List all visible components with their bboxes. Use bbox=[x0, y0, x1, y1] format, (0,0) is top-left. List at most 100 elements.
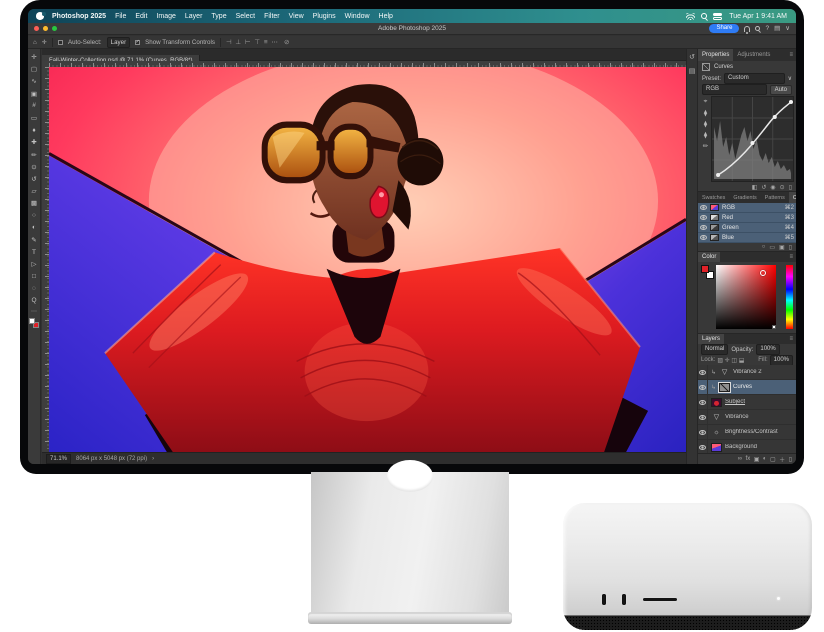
spotlight-search-icon[interactable] bbox=[701, 13, 707, 19]
healing-brush-tool[interactable]: ✚ bbox=[29, 136, 40, 148]
auto-select-dropdown[interactable]: Layer bbox=[107, 37, 130, 48]
delete-adjustment-icon[interactable]: ▯ bbox=[789, 184, 792, 191]
tab-color[interactable]: Color bbox=[698, 252, 720, 262]
visibility-eye-icon[interactable] bbox=[698, 380, 708, 394]
preset-dropdown[interactable]: Custom bbox=[724, 73, 785, 84]
channel-row-rgb[interactable]: RGB ⌘2 bbox=[698, 203, 796, 213]
auto-button[interactable]: Auto bbox=[770, 85, 792, 95]
menubar-clock[interactable]: Tue Apr 1 9:41 AM bbox=[728, 13, 788, 20]
dodge-tool[interactable]: ◐ bbox=[29, 222, 40, 234]
lasso-tool[interactable]: ∿ bbox=[29, 75, 40, 87]
visibility-eye-icon[interactable] bbox=[698, 440, 708, 453]
visibility-eye-icon[interactable] bbox=[698, 365, 708, 379]
apple-menu-icon[interactable] bbox=[36, 12, 44, 20]
tab-patterns[interactable]: Patterns bbox=[761, 192, 789, 203]
load-selection-icon[interactable]: ○ bbox=[762, 244, 766, 250]
foreground-color-swatch[interactable] bbox=[701, 265, 709, 273]
more-options-icon[interactable]: ⊘ bbox=[284, 38, 290, 46]
layer-mask-icon[interactable]: ▣ bbox=[754, 456, 760, 463]
blur-tool[interactable]: ○ bbox=[29, 209, 40, 221]
preset-chevron-icon[interactable]: ∨ bbox=[788, 75, 792, 82]
zoom-tool[interactable]: Q bbox=[29, 295, 40, 307]
menu-image[interactable]: Image bbox=[155, 13, 176, 20]
layer-row-background[interactable]: Background bbox=[698, 440, 796, 453]
edit-toolbar-icon[interactable]: ⋯ bbox=[31, 308, 37, 315]
saturation-brightness-picker[interactable] bbox=[716, 265, 776, 329]
color-swatches[interactable] bbox=[29, 318, 39, 328]
color-picker-cursor[interactable] bbox=[760, 270, 766, 276]
document-canvas[interactable] bbox=[49, 67, 686, 452]
auto-select-checkbox[interactable] bbox=[58, 40, 63, 45]
layer-row-vibrance[interactable]: ▽ Vibrance bbox=[698, 410, 796, 425]
clip-to-layer-icon[interactable]: ◧ bbox=[752, 184, 758, 191]
zoom-window-button[interactable] bbox=[52, 26, 57, 31]
menu-filter[interactable]: Filter bbox=[263, 13, 281, 20]
pencil-icon[interactable]: ✏ bbox=[703, 142, 708, 150]
zoom-level-field[interactable]: 71.1% bbox=[46, 454, 71, 464]
channel-row-blue[interactable]: Blue ⌘5 bbox=[698, 233, 796, 243]
fill-dropdown[interactable]: 100% bbox=[770, 355, 793, 366]
new-layer-icon[interactable]: ＋ bbox=[779, 455, 785, 464]
control-center-icon[interactable] bbox=[713, 13, 722, 20]
wifi-icon[interactable] bbox=[686, 13, 695, 20]
targeted-adjustment-icon[interactable]: ⌖ bbox=[704, 98, 708, 106]
search-icon[interactable] bbox=[755, 26, 760, 31]
layer-row-brightness[interactable]: ☼ Brightness/Contrast bbox=[698, 425, 796, 440]
minimize-window-button[interactable] bbox=[43, 26, 48, 31]
home-icon[interactable]: ⌂ bbox=[33, 39, 37, 46]
channel-dropdown[interactable]: RGB bbox=[702, 84, 767, 95]
visibility-eye-icon[interactable] bbox=[698, 410, 708, 424]
reset-icon[interactable]: ↺ bbox=[761, 184, 766, 191]
object-selection-tool[interactable]: ▣ bbox=[29, 88, 40, 100]
tab-adjustments[interactable]: Adjustments bbox=[733, 49, 774, 61]
menu-app-name[interactable]: Photoshop 2025 bbox=[51, 13, 107, 20]
tab-channels[interactable]: Channels bbox=[789, 192, 796, 203]
menu-view[interactable]: View bbox=[288, 13, 305, 20]
shape-tool[interactable]: □ bbox=[29, 270, 40, 282]
menu-help[interactable]: Help bbox=[378, 13, 394, 20]
visibility-eye-icon[interactable] bbox=[698, 425, 708, 439]
brush-tool[interactable]: ✏ bbox=[29, 149, 40, 161]
eraser-tool[interactable]: ▱ bbox=[29, 185, 40, 197]
blend-mode-dropdown[interactable]: Normal bbox=[701, 344, 728, 355]
hand-tool[interactable]: ◌ bbox=[29, 283, 40, 295]
menu-plugins[interactable]: Plugins bbox=[312, 13, 337, 20]
panel-menu-icon[interactable]: ≡ bbox=[786, 334, 796, 344]
menu-window[interactable]: Window bbox=[344, 13, 371, 20]
save-selection-icon[interactable]: ▭ bbox=[769, 244, 775, 251]
layer-row-vibrance2[interactable]: ↳ ▽ Vibrance 2 bbox=[698, 365, 796, 380]
lock-icons[interactable]: ▨ ✛ ◫ ⬓ bbox=[717, 357, 744, 364]
frame-tool[interactable]: ▭ bbox=[29, 112, 40, 124]
notifications-icon[interactable] bbox=[744, 26, 750, 32]
move-tool[interactable]: ✛ bbox=[29, 51, 40, 63]
help-icon[interactable]: ? bbox=[765, 26, 769, 32]
tab-gradients[interactable]: Gradients bbox=[729, 192, 760, 203]
new-channel-icon[interactable]: ▣ bbox=[779, 244, 785, 251]
marquee-tool[interactable]: ▢ bbox=[29, 63, 40, 75]
white-point-eyedropper-icon[interactable]: ⧫ bbox=[704, 131, 707, 139]
crop-tool[interactable]: # bbox=[29, 100, 40, 112]
workspace-icon[interactable]: ▤ bbox=[774, 26, 780, 32]
panel-menu-icon[interactable]: ≡ bbox=[786, 49, 796, 61]
libraries-panel-icon[interactable]: ▤ bbox=[689, 67, 696, 75]
menu-select[interactable]: Select bbox=[235, 13, 256, 20]
black-point-eyedropper-icon[interactable]: ⧫ bbox=[704, 109, 707, 117]
transform-controls-checkbox[interactable]: ✓ bbox=[135, 40, 140, 45]
path-selection-tool[interactable]: ▷ bbox=[29, 258, 40, 270]
layer-row-subject[interactable]: Subject bbox=[698, 395, 796, 410]
delete-channel-icon[interactable]: ▯ bbox=[789, 244, 792, 251]
visibility-eye-icon[interactable] bbox=[698, 395, 708, 409]
pen-tool[interactable]: ✎ bbox=[29, 234, 40, 246]
share-button[interactable]: Share bbox=[709, 24, 739, 33]
tab-swatches[interactable]: Swatches bbox=[698, 192, 729, 203]
history-brush-tool[interactable]: ↺ bbox=[29, 173, 40, 185]
opacity-dropdown[interactable]: 100% bbox=[756, 344, 779, 355]
layer-row-curves[interactable]: ↳ Curves bbox=[698, 380, 796, 395]
layer-effects-icon[interactable]: fx bbox=[746, 456, 751, 462]
type-tool[interactable]: T bbox=[29, 246, 40, 258]
align-icons[interactable]: ⊣ ⊥ ⊢ ⊤ ≡ ⋯ bbox=[226, 38, 279, 46]
visibility-eye-icon[interactable] bbox=[700, 225, 707, 230]
channel-row-red[interactable]: Red ⌘3 bbox=[698, 213, 796, 223]
color-picker-marker[interactable] bbox=[772, 325, 776, 329]
gradient-tool[interactable]: ▩ bbox=[29, 197, 40, 209]
